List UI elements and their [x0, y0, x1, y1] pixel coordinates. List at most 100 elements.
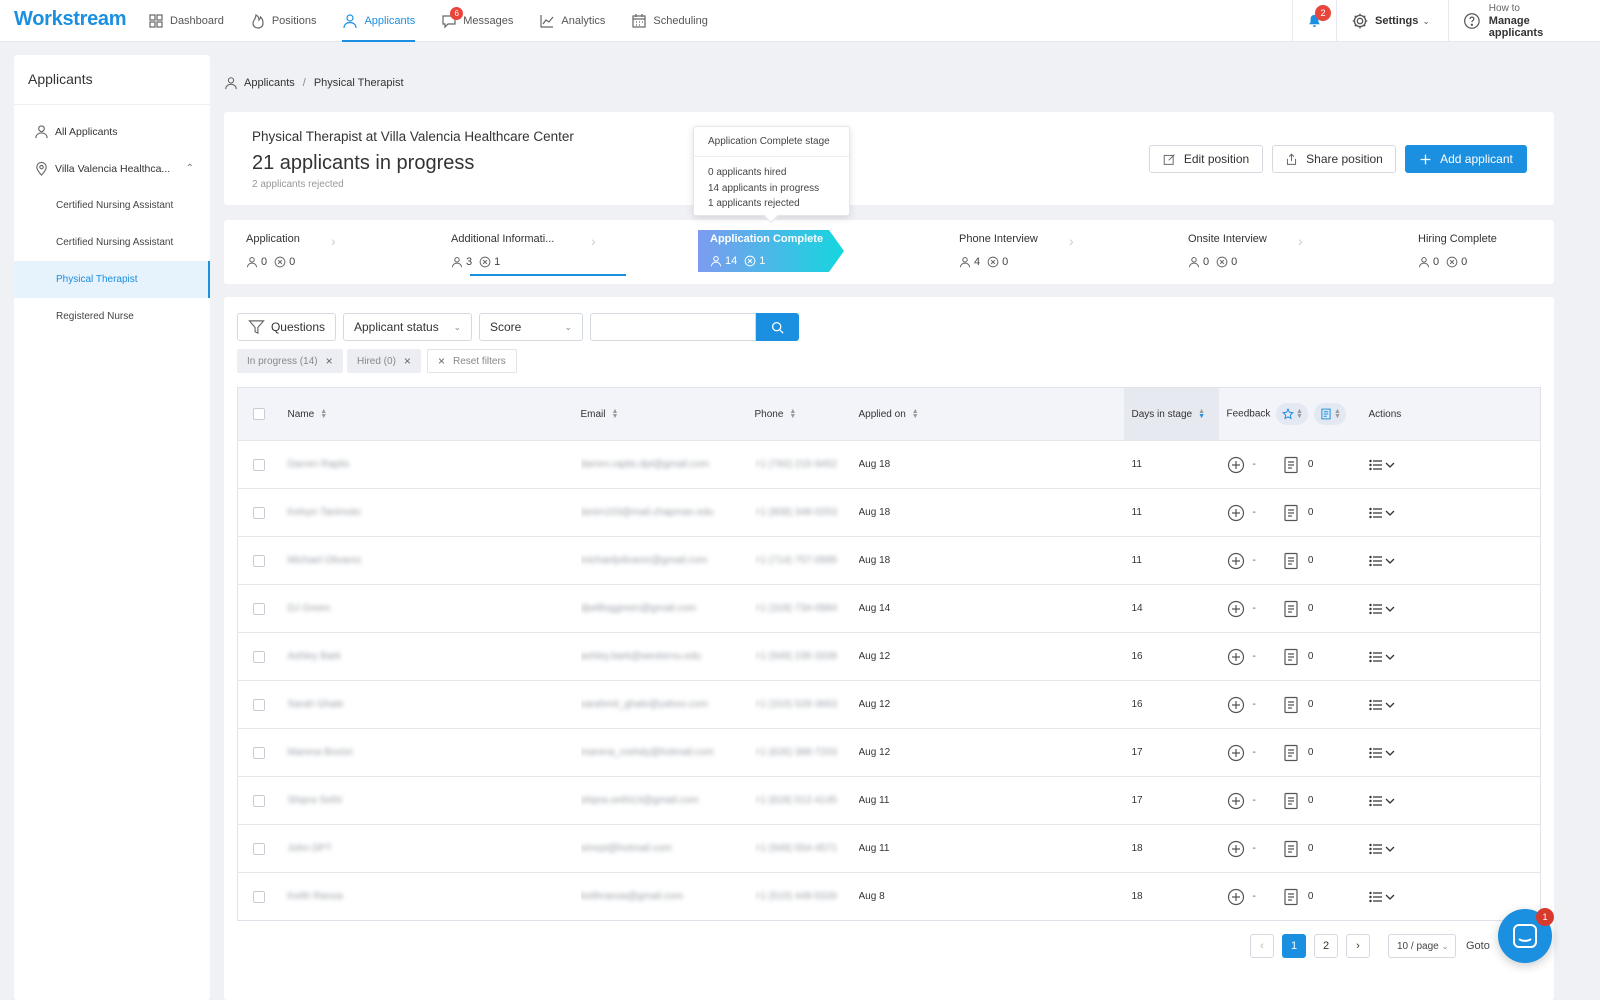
stage-application-complete[interactable]: Application Complete 14 1 — [698, 230, 844, 272]
row-actions-menu[interactable] — [1368, 650, 1541, 664]
add-score-icon[interactable] — [1227, 696, 1245, 714]
nav-scheduling[interactable]: Scheduling — [631, 0, 708, 42]
sidebar-item-all-applicants[interactable]: All Applicants — [14, 113, 210, 150]
nav-applicants[interactable]: Applicants — [342, 0, 415, 42]
table-row[interactable]: Darren Raptis darren.raptis.dpt@gmail.com… — [237, 440, 1541, 489]
table-row[interactable]: John DPT simrpt@hotmail.com +1 (949) 554-4… — [237, 824, 1541, 873]
note-icon[interactable] — [1282, 456, 1300, 474]
next-page-button[interactable]: › — [1346, 934, 1370, 958]
row-checkbox[interactable] — [253, 794, 265, 807]
sidebar-item-position[interactable]: Registered Nurse — [14, 298, 210, 335]
note-icon[interactable] — [1282, 696, 1300, 714]
table-row[interactable]: Ashley Bark ashley.bark@westernu.edu +1 (9… — [237, 632, 1541, 681]
row-checkbox[interactable] — [253, 842, 265, 855]
add-score-icon[interactable] — [1227, 888, 1245, 906]
add-score-icon[interactable] — [1227, 504, 1245, 522]
note-icon[interactable] — [1282, 792, 1300, 810]
table-row[interactable]: Kelsyn Tanimoto tanim103@mail.chapman.edu… — [237, 488, 1541, 537]
sidebar-item-location[interactable]: Villa Valencia Healthca... ⌃ — [14, 150, 210, 187]
column-days-in-stage[interactable]: Days in stage ▲ ▼ — [1123, 387, 1219, 441]
column-applied[interactable]: Applied on ▲ ▼ — [859, 388, 1124, 441]
row-checkbox[interactable] — [253, 698, 265, 711]
note-icon[interactable] — [1282, 600, 1300, 618]
page-2-button[interactable]: 2 — [1314, 934, 1338, 958]
row-checkbox[interactable] — [253, 554, 265, 567]
sidebar-item-position[interactable]: Certified Nursing Assistant — [14, 224, 210, 261]
page-1-button[interactable]: 1 — [1282, 934, 1306, 958]
sidebar-item-position-active[interactable]: Physical Therapist — [14, 261, 210, 298]
add-applicant-button[interactable]: Add applicant — [1405, 145, 1527, 173]
row-checkbox[interactable] — [253, 890, 265, 903]
search-input[interactable] — [590, 313, 756, 341]
search-button[interactable] — [756, 313, 799, 341]
nav-messages[interactable]: 6 Messages — [441, 0, 513, 42]
nav-dashboard[interactable]: Dashboard — [148, 0, 224, 42]
nav-analytics[interactable]: Analytics — [539, 0, 605, 42]
row-actions-menu[interactable] — [1368, 506, 1541, 520]
filter-chip-hired[interactable]: Hired (0) × — [347, 349, 421, 373]
table-row[interactable]: Marena Boctor marena_roshdy@hotmail.com +1… — [237, 728, 1541, 777]
reset-filters-button[interactable]: × Reset filters — [427, 349, 517, 373]
edit-position-button[interactable]: Edit position — [1149, 145, 1263, 173]
applicant-name[interactable]: John DPT — [288, 843, 332, 854]
applicant-name[interactable]: Keith Ranoa — [288, 891, 343, 902]
sort-by-score-button[interactable]: ▲ ▼ — [1276, 403, 1309, 425]
row-checkbox[interactable] — [253, 602, 265, 615]
row-actions-menu[interactable] — [1368, 698, 1541, 712]
applicant-name[interactable]: Kelsyn Tanimoto — [288, 507, 361, 518]
applicant-name[interactable]: Marena Boctor — [288, 747, 354, 758]
row-checkbox[interactable] — [253, 650, 265, 663]
table-row[interactable]: DJ Green djwillisggreen@gmail.com +1 (318)… — [237, 584, 1541, 633]
applicant-name[interactable]: DJ Green — [288, 603, 331, 614]
row-actions-menu[interactable] — [1368, 458, 1541, 472]
sidebar-item-position[interactable]: Certified Nursing Assistant — [14, 187, 210, 224]
note-icon[interactable] — [1282, 552, 1300, 570]
add-score-icon[interactable] — [1227, 744, 1245, 762]
add-score-icon[interactable] — [1227, 648, 1245, 666]
add-score-icon[interactable] — [1227, 840, 1245, 858]
select-all-checkbox[interactable] — [253, 408, 265, 420]
questions-filter-button[interactable]: Questions — [237, 313, 336, 341]
notifications-button[interactable]: 2 — [1292, 0, 1336, 42]
row-actions-menu[interactable] — [1368, 554, 1541, 568]
add-score-icon[interactable] — [1227, 552, 1245, 570]
share-position-button[interactable]: Share position — [1272, 145, 1396, 173]
add-score-icon[interactable] — [1227, 792, 1245, 810]
table-row[interactable]: Keith Ranoa keithranoa@gmail.com +1 (510) … — [237, 872, 1541, 921]
applicant-name[interactable]: Sarah Ghale — [288, 699, 344, 710]
note-icon[interactable] — [1282, 504, 1300, 522]
table-row[interactable]: Shipra Sethi shipra.sethi14@gmail.com +1 (… — [237, 776, 1541, 825]
row-actions-menu[interactable] — [1368, 602, 1541, 616]
note-icon[interactable] — [1282, 840, 1300, 858]
column-email[interactable]: Email ▲ ▼ — [581, 388, 755, 441]
row-checkbox[interactable] — [253, 506, 265, 519]
prev-page-button[interactable]: ‹ — [1250, 934, 1274, 958]
applicant-name[interactable]: Michael Olivarez — [288, 555, 362, 566]
close-icon[interactable]: × — [326, 354, 333, 368]
note-icon[interactable] — [1282, 888, 1300, 906]
row-actions-menu[interactable] — [1368, 746, 1541, 760]
row-actions-menu[interactable] — [1368, 794, 1541, 808]
add-score-icon[interactable] — [1227, 600, 1245, 618]
table-row[interactable]: Sarah Ghale sarahmit_ghale@yahoo.com +1 (3… — [237, 680, 1541, 729]
settings-menu[interactable]: Settings ⌄ — [1336, 0, 1448, 42]
close-icon[interactable]: × — [404, 354, 411, 368]
add-score-icon[interactable] — [1227, 456, 1245, 474]
filter-chip-in-progress[interactable]: In progress (14) × — [237, 349, 343, 373]
nav-positions[interactable]: Positions — [250, 0, 316, 42]
sort-by-notes-button[interactable]: ▲ ▼ — [1314, 403, 1347, 425]
row-actions-menu[interactable] — [1368, 842, 1541, 856]
column-name[interactable]: Name ▲ ▼ — [275, 388, 581, 441]
row-actions-menu[interactable] — [1368, 890, 1541, 904]
applicant-name[interactable]: Darren Raptis — [288, 459, 350, 470]
table-row[interactable]: Michael Olivarez michaeljolivarez@gmail.c… — [237, 536, 1541, 585]
row-checkbox[interactable] — [253, 458, 265, 471]
page-size-select[interactable]: 10 / page ⌄ — [1388, 934, 1456, 958]
note-icon[interactable] — [1282, 648, 1300, 666]
applicant-name[interactable]: Ashley Bark — [288, 651, 341, 662]
column-phone[interactable]: Phone ▲ ▼ — [755, 388, 859, 441]
applicant-name[interactable]: Shipra Sethi — [288, 795, 342, 806]
row-checkbox[interactable] — [253, 746, 265, 759]
how-to-help[interactable]: How to Manage applicants — [1448, 0, 1600, 42]
workstream-logo[interactable]: Workstream — [14, 8, 127, 31]
